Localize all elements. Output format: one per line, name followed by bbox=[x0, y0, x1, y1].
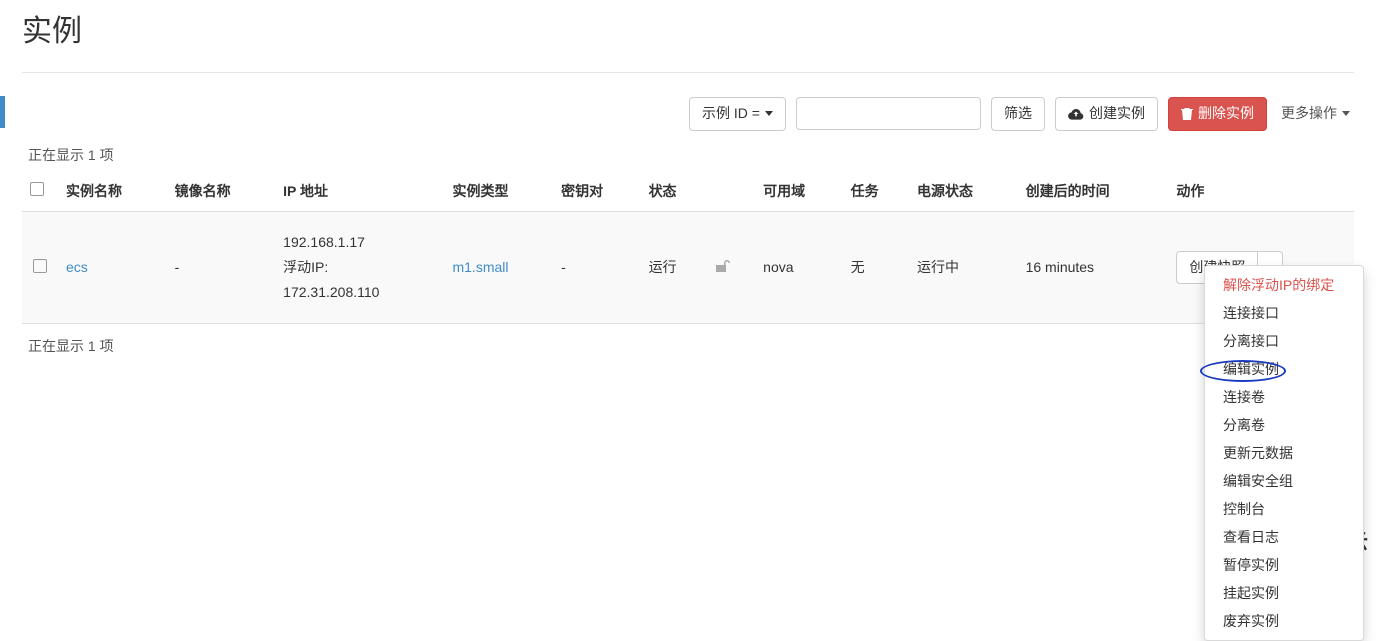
menu-edit-security-groups[interactable]: 编辑安全组 bbox=[1205, 467, 1363, 495]
col-task: 任务 bbox=[843, 171, 909, 212]
cell-status: 运行 bbox=[641, 211, 707, 324]
delete-instance-button[interactable]: 删除实例 bbox=[1168, 97, 1267, 131]
chevron-down-icon bbox=[765, 111, 773, 116]
col-ip: IP 地址 bbox=[275, 171, 444, 212]
more-actions-label: 更多操作 bbox=[1281, 104, 1337, 124]
cell-power: 运行中 bbox=[909, 211, 1018, 324]
col-image: 镜像名称 bbox=[167, 171, 276, 212]
cell-ip: 192.168.1.17 浮动IP: 172.31.208.110 bbox=[275, 211, 444, 324]
menu-detach-volume[interactable]: 分离卷 bbox=[1205, 411, 1363, 439]
chevron-down-icon bbox=[1342, 111, 1350, 116]
menu-attach-interface[interactable]: 连接接口 bbox=[1205, 299, 1363, 327]
row-action-dropdown: 解除浮动IP的绑定 连接接口 分离接口 编辑实例 连接卷 分离卷 更新元数据 编… bbox=[1204, 265, 1364, 641]
menu-console[interactable]: 控制台 bbox=[1205, 495, 1363, 523]
trash-icon bbox=[1181, 107, 1193, 121]
col-power: 电源状态 bbox=[909, 171, 1018, 212]
col-name: 实例名称 bbox=[58, 171, 167, 212]
menu-pause-instance[interactable]: 暂停实例 bbox=[1205, 551, 1363, 579]
cell-keypair: - bbox=[553, 211, 640, 324]
col-age: 创建后的时间 bbox=[1018, 171, 1169, 212]
table-row: ecs - 192.168.1.17 浮动IP: 172.31.208.110 … bbox=[22, 211, 1354, 324]
table-header-row: 实例名称 镜像名称 IP 地址 实例类型 密钥对 状态 可用域 任务 电源状态 … bbox=[22, 171, 1354, 212]
more-actions-button[interactable]: 更多操作 bbox=[1277, 98, 1354, 130]
row-checkbox[interactable] bbox=[33, 259, 47, 273]
floating-ip-label: 浮动IP: bbox=[283, 255, 436, 280]
create-instance-button[interactable]: 创建实例 bbox=[1055, 97, 1158, 131]
cell-image: - bbox=[167, 211, 276, 324]
col-keypair: 密钥对 bbox=[553, 171, 640, 212]
fixed-ip: 192.168.1.17 bbox=[283, 230, 436, 255]
instance-name-link[interactable]: ecs bbox=[66, 259, 88, 275]
menu-update-metadata[interactable]: 更新元数据 bbox=[1205, 439, 1363, 467]
delete-instance-label: 删除实例 bbox=[1198, 104, 1254, 124]
menu-view-log[interactable]: 查看日志 bbox=[1205, 523, 1363, 551]
select-all-checkbox[interactable] bbox=[30, 182, 44, 196]
sidebar-active-indicator bbox=[0, 96, 5, 128]
cell-az: nova bbox=[755, 211, 842, 324]
summary-top: 正在显示 1 项 bbox=[28, 145, 1354, 165]
summary-bottom: 正在显示 1 项 bbox=[28, 336, 1354, 356]
cell-task: 无 bbox=[843, 211, 909, 324]
filter-field-label: 示例 ID = bbox=[702, 104, 760, 124]
menu-detach-interface[interactable]: 分离接口 bbox=[1205, 327, 1363, 355]
filter-input[interactable] bbox=[796, 97, 981, 130]
toolbar: 示例 ID = 筛选 创建实例 删除实例 更多操作 bbox=[22, 97, 1354, 131]
menu-edit-instance[interactable]: 编辑实例 bbox=[1205, 355, 1363, 383]
menu-suspend-instance[interactable]: 挂起实例 bbox=[1205, 579, 1363, 607]
page-title: 实例 bbox=[22, 6, 1354, 50]
divider bbox=[22, 72, 1354, 73]
flavor-link[interactable]: m1.small bbox=[452, 259, 508, 275]
menu-detach-floating-ip[interactable]: 解除浮动IP的绑定 bbox=[1205, 271, 1363, 299]
col-status: 状态 bbox=[641, 171, 756, 212]
unlock-icon bbox=[715, 259, 731, 276]
col-actions: 动作 bbox=[1168, 171, 1354, 212]
filter-field-select[interactable]: 示例 ID = bbox=[689, 97, 786, 131]
cloud-upload-icon bbox=[1068, 107, 1084, 121]
menu-shelve-instance[interactable]: 废弃实例 bbox=[1205, 607, 1363, 635]
col-az: 可用域 bbox=[755, 171, 842, 212]
cell-age: 16 minutes bbox=[1018, 211, 1169, 324]
col-type: 实例类型 bbox=[444, 171, 553, 212]
floating-ip: 172.31.208.110 bbox=[283, 280, 436, 305]
instances-table: 实例名称 镜像名称 IP 地址 实例类型 密钥对 状态 可用域 任务 电源状态 … bbox=[22, 171, 1354, 325]
menu-attach-volume[interactable]: 连接卷 bbox=[1205, 383, 1363, 411]
create-instance-label: 创建实例 bbox=[1089, 104, 1145, 124]
filter-button[interactable]: 筛选 bbox=[991, 97, 1045, 131]
